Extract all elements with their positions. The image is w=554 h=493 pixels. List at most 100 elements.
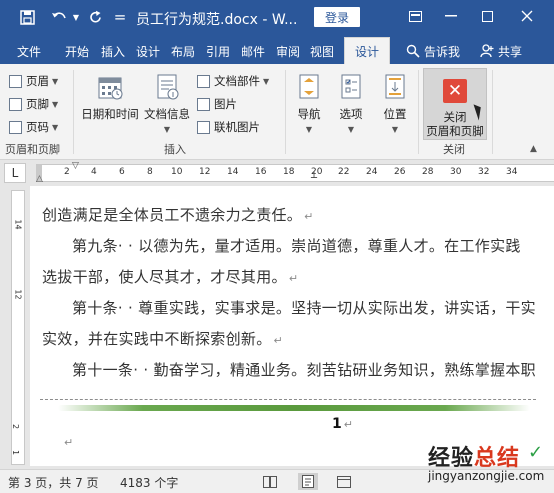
paragraph-mark: ↵ xyxy=(288,272,299,285)
maximize-icon[interactable] xyxy=(472,4,502,28)
document-info-button[interactable]: 文档信息 ▼ xyxy=(142,73,192,134)
center-tab-stop-icon[interactable]: ┴ xyxy=(311,173,317,184)
line-text: 第九条· · 以德为先，量才适用。崇尚道德，尊重人才。在工作实践 xyxy=(72,237,521,255)
share-button[interactable]: 共享 xyxy=(480,40,522,62)
page-number-label: 页码 xyxy=(26,120,49,134)
title-bar: ▼ = 员工行为规范.docx - W... 登录 xyxy=(0,0,554,34)
ruler-number: 8 xyxy=(147,167,153,177)
position-icon xyxy=(381,73,409,101)
ribbon-tabs: 文件 开始 插入 设计 布局 引用 邮件 审阅 视图 设计 告诉我 共享 xyxy=(0,34,554,64)
undo-dropdown-icon[interactable]: ▼ xyxy=(70,7,82,27)
page-count-status[interactable]: 第 3 页，共 7 页 xyxy=(8,474,99,491)
document-parts-icon xyxy=(197,74,210,88)
navigation-icon xyxy=(295,73,323,101)
position-label: 位置 xyxy=(383,107,407,121)
customize-toolbar-icon[interactable]: = xyxy=(112,7,128,27)
group-divider xyxy=(418,70,419,154)
tab-design[interactable]: 设计 xyxy=(133,40,163,62)
chevron-down-icon: ▼ xyxy=(52,122,59,132)
group-label-insert: 插入 xyxy=(164,143,186,156)
header-button[interactable]: 页眉 ▼ xyxy=(9,71,58,91)
picture-icon xyxy=(197,97,210,111)
online-picture-label: 联机图片 xyxy=(214,120,260,134)
web-layout-icon[interactable] xyxy=(334,473,354,490)
date-time-button[interactable]: 日期和时间 xyxy=(78,73,142,122)
document-info-label: 文档信息 xyxy=(144,107,190,121)
line-text: 实效，并在实践中不断探索创新。 xyxy=(42,330,272,348)
document-page[interactable]: 创造满足是全体员工不遗余力之责任。 ↵ 第九条· · 以德为先，量才适用。崇尚道德… xyxy=(30,186,554,466)
ruler-number: 28 xyxy=(422,167,434,177)
horizontal-ruler[interactable]: 2 4 6 8 10 12 14 16 18 20 22 24 26 28 30… xyxy=(36,164,554,184)
picture-button[interactable]: 图片 xyxy=(197,94,237,114)
paragraph-mark: ↵ xyxy=(304,210,314,223)
ruler-number: 12 xyxy=(199,167,211,177)
footer-paragraph-mark: ↵ xyxy=(64,436,74,449)
ruler-number: 10 xyxy=(171,167,183,177)
document-area[interactable]: 创造满足是全体员工不遗余力之责任。 ↵ 第九条· · 以德为先，量才适用。崇尚道德… xyxy=(30,186,554,466)
chevron-down-icon: ▼ xyxy=(347,125,355,134)
group-divider xyxy=(73,70,74,154)
tab-references[interactable]: 引用 xyxy=(203,40,233,62)
undo-icon[interactable] xyxy=(48,7,70,27)
read-mode-icon[interactable] xyxy=(260,473,280,490)
ruler-number: 1 xyxy=(11,449,21,456)
ribbon-display-options-icon[interactable] xyxy=(400,4,430,28)
header-icon xyxy=(9,74,22,88)
ruler-number: 30 xyxy=(450,167,462,177)
group-label-close: 关闭 xyxy=(443,143,465,156)
ruler-number: 18 xyxy=(283,167,295,177)
word-count-status[interactable]: 4183 个字 xyxy=(120,474,178,491)
tab-selector[interactable]: L xyxy=(4,163,26,183)
document-parts-label: 文档部件 xyxy=(214,74,260,88)
picture-label: 图片 xyxy=(214,97,237,111)
tab-file[interactable]: 文件 xyxy=(10,40,48,62)
navigation-button[interactable]: 导航 ▼ xyxy=(290,73,328,134)
footer-button[interactable]: 页脚 ▼ xyxy=(9,94,58,114)
redo-icon[interactable] xyxy=(84,7,106,27)
tell-me-search[interactable]: 告诉我 xyxy=(402,40,464,62)
tab-view[interactable]: 视图 xyxy=(307,40,337,62)
tab-home[interactable]: 开始 xyxy=(62,40,92,62)
ruler-number: 2 xyxy=(11,423,21,430)
chevron-down-icon: ▼ xyxy=(391,125,399,134)
minimize-icon[interactable] xyxy=(436,4,466,28)
options-button[interactable]: 选项 ▼ xyxy=(332,73,370,134)
word-window: ▼ = 员工行为规范.docx - W... 登录 文件 开始 插入 设计 布局… xyxy=(0,0,554,493)
watermark-url: jingyanzongjie.com xyxy=(428,469,545,483)
watermark-title: 经验总结 xyxy=(428,446,521,471)
document-parts-button[interactable]: 文档部件 ▼ xyxy=(197,71,269,91)
left-indent-icon[interactable]: △ xyxy=(36,174,43,184)
header-label: 页眉 xyxy=(26,74,49,88)
online-picture-button[interactable]: 联机图片 xyxy=(197,117,260,137)
print-layout-icon[interactable] xyxy=(298,473,318,490)
ruler-number: 14 xyxy=(227,167,239,177)
save-icon[interactable] xyxy=(16,7,38,27)
paragraph-mark: ↵ xyxy=(343,418,353,431)
footer-page-number[interactable]: 1 ↵ xyxy=(332,416,353,432)
tab-layout[interactable]: 布局 xyxy=(168,40,198,62)
page-number-button[interactable]: 页码 ▼ xyxy=(9,117,58,137)
tab-insert[interactable]: 插入 xyxy=(98,40,128,62)
position-button[interactable]: 位置 ▼ xyxy=(376,73,414,134)
tab-review[interactable]: 审阅 xyxy=(273,40,303,62)
close-window-icon[interactable] xyxy=(512,4,542,28)
group-label-header-footer: 页眉和页脚 xyxy=(5,143,60,156)
footer-label: 页脚 xyxy=(26,97,49,111)
ruler-number: 32 xyxy=(478,167,490,177)
tab-mailings[interactable]: 邮件 xyxy=(238,40,268,62)
group-divider xyxy=(285,70,286,154)
online-picture-icon xyxy=(197,120,210,134)
ruler-number: 4 xyxy=(91,167,97,177)
collapse-ribbon-icon[interactable]: ▲ xyxy=(530,144,537,154)
tab-header-footer-design[interactable]: 设计 xyxy=(344,37,390,64)
calendar-icon xyxy=(96,73,124,101)
vertical-ruler[interactable]: 14 12 2 1 xyxy=(4,190,26,465)
document-info-icon xyxy=(153,73,181,101)
ruler-number: 22 xyxy=(338,167,350,177)
login-button[interactable]: 登录 xyxy=(314,7,360,27)
tell-me-label: 告诉我 xyxy=(423,44,460,59)
footer-icon xyxy=(9,97,22,111)
line-text: 第十一条· · 勤奋学习，精通业务。刻苦钻研业务知识，熟练掌握本职 xyxy=(72,361,536,379)
first-line-indent-icon[interactable]: ▽ xyxy=(72,161,79,171)
line-text: 创造满足是全体员工不遗余力之责任。 xyxy=(42,206,303,224)
